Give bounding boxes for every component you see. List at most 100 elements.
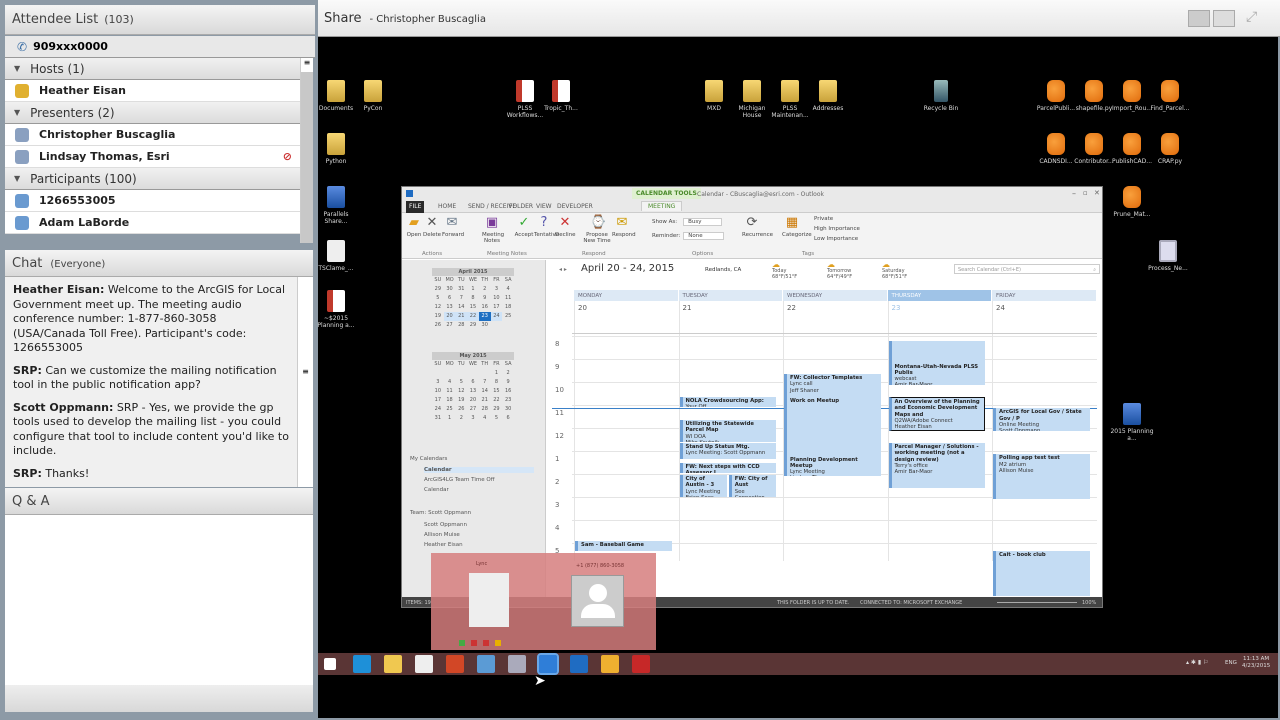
search-calendar-input[interactable]: Search Calendar (Ctrl+E) ⌕ <box>954 264 1100 274</box>
mini-calendar-day[interactable]: 2 <box>455 414 467 423</box>
mini-calendar-day[interactable]: 16 <box>502 387 514 396</box>
mini-calendar-day[interactable]: 13 <box>467 387 479 396</box>
mini-calendar-day[interactable]: 24 <box>490 312 503 321</box>
ribbon-tentative-button[interactable]: ? Tentative <box>534 213 559 239</box>
mini-calendar-day[interactable]: 24 <box>432 405 444 414</box>
mini-calendar-day[interactable]: 5 <box>432 294 444 303</box>
mini-calendar-day[interactable]: 30 <box>502 405 514 414</box>
day-header[interactable]: THURSDAY <box>887 290 992 301</box>
powerpoint-icon[interactable] <box>446 655 464 673</box>
mini-calendar-day[interactable]: 25 <box>502 312 514 321</box>
desktop-icon-pdf[interactable]: Tropic_Th... <box>539 80 583 112</box>
mini-calendar-day[interactable] <box>432 369 444 378</box>
internet-explorer-icon[interactable] <box>353 655 371 673</box>
collapse-arrow-icon[interactable]: ▼ <box>14 174 20 183</box>
mini-calendar-day[interactable]: 4 <box>479 414 491 423</box>
mini-calendar-day[interactable]: 27 <box>467 405 479 414</box>
mini-calendar-day[interactable]: 14 <box>479 387 491 396</box>
mini-calendar-day[interactable]: 22 <box>467 312 479 321</box>
mini-calendar-day[interactable]: 30 <box>479 321 491 330</box>
language-indicator[interactable]: ENG <box>1225 660 1237 666</box>
attendee-group-1[interactable]: ▼ Presenters (2) <box>5 102 300 124</box>
team-calendar-item[interactable]: Allison Muise <box>424 532 460 538</box>
day-header[interactable]: WEDNESDAY <box>783 290 888 301</box>
calendar-event[interactable]: Planning Development MeetupLync MeetingL… <box>784 455 881 477</box>
calendar-checkbox-item[interactable]: Calendar <box>424 487 449 493</box>
collapse-arrow-icon[interactable]: ▼ <box>14 108 20 117</box>
mini-calendar-day[interactable]: 12 <box>432 303 444 312</box>
mini-calendar-day[interactable]: 10 <box>491 294 503 303</box>
calendar-event[interactable]: Sam - Baseball Game <box>575 540 672 552</box>
team-calendars-group[interactable]: Team: Scott Oppmann <box>410 510 471 516</box>
phone-row[interactable]: ✆ 909xxx0000 <box>5 36 315 58</box>
mini-calendar-day[interactable]: 31 <box>455 285 467 294</box>
mini-calendar-day[interactable]: 13 <box>444 303 456 312</box>
mini-calendar-day[interactable]: 8 <box>491 378 503 387</box>
desktop-icon-py[interactable]: Prune_Mat... <box>1110 186 1154 218</box>
ribbon-forward-button[interactable]: ✉ Forward <box>442 213 464 239</box>
mini-calendar-day[interactable] <box>467 369 479 378</box>
desktop-icon-app[interactable]: 2015 Planning a... <box>1110 403 1154 442</box>
calendar-event[interactable]: City of Austin - 3Lync MeetingBrian Sees <box>679 475 727 497</box>
mini-calendar-day[interactable]: 26 <box>432 321 444 330</box>
reminder-control[interactable]: Reminder: None <box>652 232 724 240</box>
fit-screen-icon[interactable] <box>1213 10 1235 27</box>
outlook-icon[interactable] <box>570 655 588 673</box>
ribbon-respond-button[interactable]: ✉ Respond <box>612 213 636 239</box>
desktop-icon-recycle[interactable]: Recycle Bin <box>919 80 963 112</box>
ribbon-open-button[interactable]: ▰ Open <box>404 213 424 239</box>
ribbon-accept-button[interactable]: ✓ Accept <box>514 213 534 239</box>
mini-calendar-day[interactable]: 18 <box>444 396 456 405</box>
my-calendars-group[interactable]: My Calendars <box>410 456 447 462</box>
show-as-control[interactable]: Show As: Busy <box>652 218 723 226</box>
attendee-item[interactable]: Christopher Buscaglia <box>5 124 300 146</box>
lync-preview-popup[interactable]: Lync +1 (877) 860-3058 <box>431 553 656 650</box>
file-explorer-icon[interactable] <box>384 655 402 673</box>
mini-calendar-day[interactable]: 2 <box>502 369 514 378</box>
calendar-event[interactable]: Utilizing the Statewide Parcel Map WI DOA… <box>679 419 776 442</box>
mini-calendar[interactable]: May 2015 SU MO TU WE TH FR SA 1 2 3 4 5 6 7 8 9 10 11 12 13 1… <box>432 352 514 423</box>
desktop-icon-gear[interactable]: Process_Ne... <box>1146 240 1190 272</box>
minimize-button[interactable]: – <box>1072 189 1076 198</box>
remote-desktop-icon[interactable] <box>508 655 526 673</box>
lync-icon[interactable] <box>537 653 559 675</box>
mini-calendar-day[interactable]: 31 <box>432 414 444 423</box>
desktop-icon-py[interactable]: Find_Parcel... <box>1148 80 1192 112</box>
desktop-icon-py[interactable]: CRAP.py <box>1148 133 1192 165</box>
desktop-icon-doc[interactable]: TSClame_... <box>314 240 358 272</box>
calendar-event[interactable]: Work on Meetup <box>784 396 881 456</box>
ribbon-recurrence-button[interactable]: ⟳ Recurrence <box>742 213 773 239</box>
mini-calendar-day[interactable]: 18 <box>502 303 514 312</box>
mini-calendar-day[interactable]: 3 <box>467 414 479 423</box>
attendee-item[interactable]: Heather Eisan <box>5 80 300 102</box>
attendee-item[interactable]: Adam LaBorde <box>5 212 300 234</box>
mini-calendar-day[interactable]: 14 <box>455 303 467 312</box>
mini-calendar-day[interactable]: 6 <box>467 378 479 387</box>
calendar-event[interactable]: Cait - book club <box>993 551 1090 596</box>
mini-calendar-day[interactable]: 21 <box>479 396 491 405</box>
ribbon-propose-new-time-button[interactable]: ⌚ Propose New Time <box>582 213 612 245</box>
calendar-event[interactable]: FW: Next steps with CCD Assessor I <box>679 462 776 473</box>
tab-developer[interactable]: DEVELOPER <box>557 203 593 210</box>
calendar-event[interactable]: Parcel Manager / Solutions - working mee… <box>888 442 985 488</box>
calendar-event[interactable]: FW: Collector Templates Lync call Jeff Sha… <box>784 373 881 397</box>
fit-width-icon[interactable] <box>1188 10 1210 27</box>
network-icon[interactable] <box>477 655 495 673</box>
tab-meeting[interactable]: MEETING <box>641 201 683 211</box>
desktop-icon-pdf[interactable]: ~$2015 Planning a... <box>314 290 358 329</box>
calendar-event[interactable]: Polling app test test M2 atrium Allison Mu… <box>993 454 1090 500</box>
qa-input-bar[interactable] <box>5 685 313 712</box>
mini-calendar-day[interactable]: 1 <box>444 414 456 423</box>
mini-calendar-day[interactable]: 25 <box>444 405 456 414</box>
day-header[interactable]: FRIDAY <box>992 290 1097 301</box>
day-header[interactable]: TUESDAY <box>678 290 783 301</box>
team-calendar-item[interactable]: Scott Oppmann <box>424 522 467 528</box>
mini-calendar[interactable]: April 2015 SU MO TU WE TH FR SA 29 30 31 1 2 3 4 5 6 7 8 9 1… <box>432 268 514 330</box>
mini-calendar-day[interactable]: 23 <box>502 396 514 405</box>
weather-location[interactable]: Redlands, CA <box>705 267 741 273</box>
tab-view[interactable]: VIEW <box>536 203 552 210</box>
reminder-select[interactable]: None <box>683 232 724 240</box>
chat-scope[interactable]: (Everyone) <box>50 259 105 270</box>
desktop-icon-app[interactable]: Parallels Share... <box>314 186 358 225</box>
mini-calendar-day[interactable] <box>479 369 491 378</box>
